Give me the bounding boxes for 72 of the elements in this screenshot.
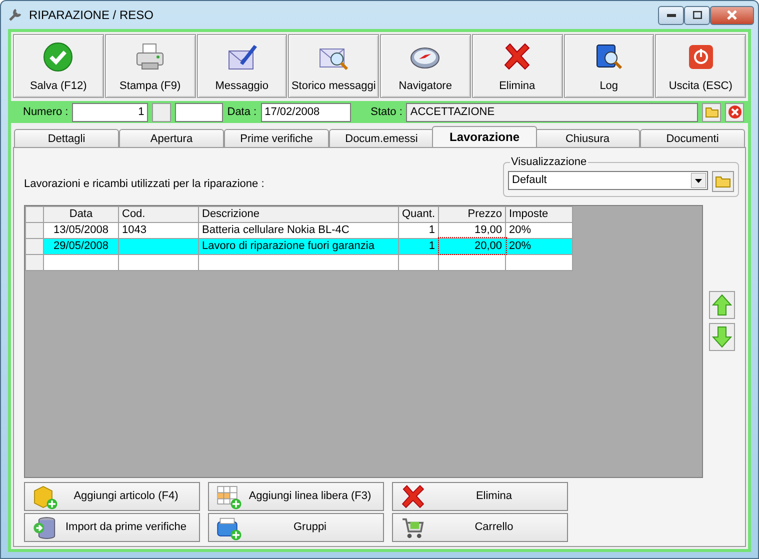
arrow-up-icon bbox=[712, 294, 732, 316]
action-button[interactable]: Carrello bbox=[392, 513, 568, 542]
toolbar-button[interactable]: Navigatore bbox=[380, 34, 471, 98]
column-header: Quant. bbox=[398, 206, 439, 222]
toolbar-button[interactable]: Stampa (F9) bbox=[104, 34, 196, 98]
date-field[interactable]: 17/02/2008 bbox=[260, 102, 351, 122]
table-cell: 1 bbox=[398, 222, 439, 238]
action-button[interactable]: Aggiungi linea libera (F3) bbox=[208, 482, 384, 511]
folder-icon bbox=[704, 106, 718, 118]
small-button[interactable] bbox=[152, 102, 172, 122]
table-cell: 20% bbox=[506, 238, 573, 254]
number-field[interactable]: 1 bbox=[72, 102, 148, 122]
field-label: Numero : bbox=[23, 104, 68, 120]
wrench-icon bbox=[7, 7, 23, 23]
close-icon bbox=[727, 10, 737, 20]
tab[interactable]: Chiusura bbox=[535, 129, 640, 147]
cross-icon bbox=[399, 482, 427, 510]
action-button[interactable]: Import da prime verifiche bbox=[24, 513, 200, 542]
folder-button[interactable] bbox=[702, 102, 721, 122]
field-label: Data : bbox=[227, 104, 257, 120]
table-cell: 20,00 bbox=[438, 238, 506, 254]
close-button[interactable] bbox=[710, 6, 754, 24]
tab[interactable]: Documenti bbox=[640, 129, 745, 147]
move-up-button[interactable] bbox=[709, 291, 735, 320]
table-row[interactable]: 13/05/2008 1043 Batteria cellulare Nokia BL-4C 1 19,00 20% bbox=[26, 222, 573, 238]
action-button[interactable]: Gruppi bbox=[208, 513, 384, 542]
toolbar-button[interactable]: Uscita (ESC) bbox=[655, 34, 746, 98]
folder-button[interactable] bbox=[712, 170, 734, 192]
field-label: Stato : bbox=[370, 104, 402, 120]
input-field[interactable] bbox=[175, 102, 224, 122]
column-header: Data bbox=[44, 206, 118, 222]
table-cell: 20% bbox=[506, 222, 573, 238]
toolbar-button[interactable]: Storico messaggi bbox=[288, 34, 379, 98]
grid-caption: Lavorazioni e ricambi utilizzati per la riparazione : bbox=[24, 177, 266, 192]
cancel-button[interactable] bbox=[725, 102, 744, 122]
table-cell: 1043 bbox=[118, 222, 198, 238]
dropdown-value: Default bbox=[512, 172, 548, 188]
column-header: Cod. bbox=[118, 206, 198, 222]
table-cell: 19,00 bbox=[438, 222, 506, 238]
column-header: Imposte bbox=[506, 206, 573, 222]
tab[interactable]: Docum.emessi bbox=[329, 129, 434, 147]
status-field[interactable]: ACCETTAZIONE bbox=[406, 102, 698, 122]
maximize-button[interactable] bbox=[684, 6, 710, 24]
table-cell: 13/05/2008 bbox=[44, 222, 118, 238]
window-title: RIPARAZIONE / RESO bbox=[29, 7, 154, 24]
tab[interactable]: Dettagli bbox=[14, 129, 119, 147]
table-cell: Batteria cellulare Nokia BL-4C bbox=[198, 222, 398, 238]
table-cell: Lavoro di riparazione fuori garanzia bbox=[198, 238, 398, 254]
maximize-icon bbox=[692, 11, 702, 19]
check-icon bbox=[42, 41, 74, 73]
action-button[interactable]: Elimina bbox=[392, 482, 568, 511]
arrow-down-icon bbox=[712, 326, 732, 348]
move-down-button[interactable] bbox=[709, 323, 735, 352]
tab[interactable]: Apertura bbox=[119, 129, 224, 147]
selected-row[interactable]: 29/05/2008 Lavoro di riparazione fuori garanzia 1 20,00 20% bbox=[26, 238, 573, 254]
view-dropdown[interactable]: Default bbox=[508, 170, 708, 190]
toolbar-button[interactable]: Elimina bbox=[472, 34, 562, 98]
table-cell: 29/05/2008 bbox=[44, 238, 118, 254]
column-header: Descrizione bbox=[198, 206, 398, 222]
toolbar-button[interactable]: Log bbox=[564, 34, 654, 98]
table-cell: 1 bbox=[398, 238, 439, 254]
minimize-icon bbox=[666, 14, 676, 16]
toolbar-button[interactable]: Messaggio bbox=[196, 34, 288, 98]
column-header: Prezzo bbox=[438, 206, 506, 222]
cancel-icon bbox=[728, 105, 742, 119]
minimize-button[interactable] bbox=[658, 6, 684, 24]
caret-icon bbox=[691, 172, 706, 188]
action-button[interactable]: Aggiungi articolo (F4) bbox=[24, 482, 200, 511]
tab[interactable]: Prime verifiche bbox=[224, 129, 329, 147]
tab[interactable]: Lavorazione bbox=[432, 126, 537, 147]
folder-icon bbox=[715, 174, 731, 188]
toolbar-button[interactable]: Salva (F12) bbox=[13, 34, 104, 98]
